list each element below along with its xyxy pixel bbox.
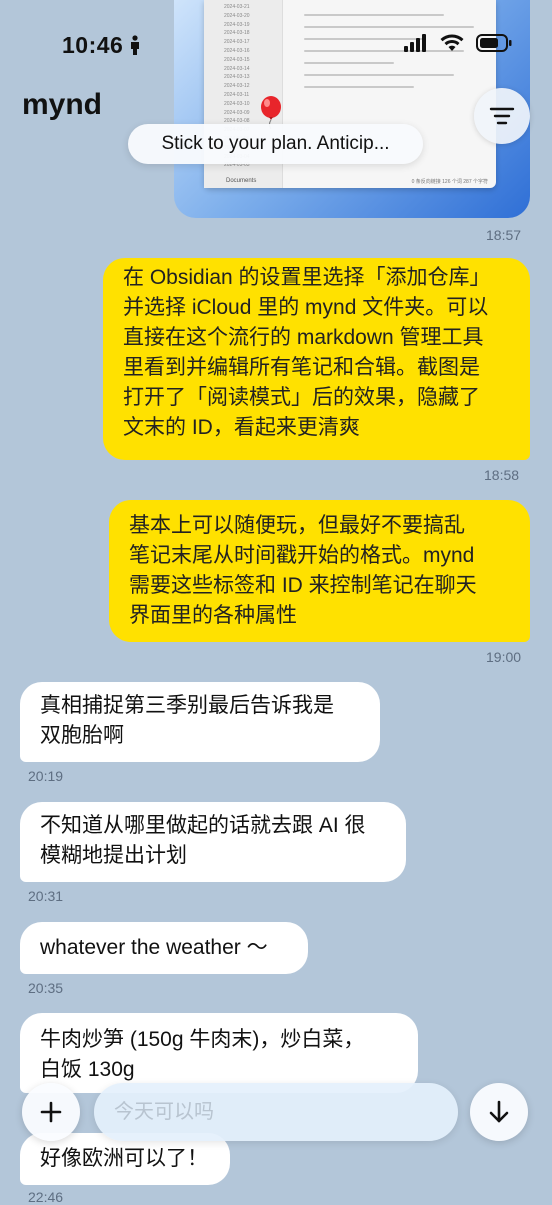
screenshot-date-item: 2024-03-21 bbox=[224, 4, 250, 10]
message-line: 基本上可以随便玩，但最好不要搞乱 bbox=[129, 514, 465, 537]
message-line: 真相捕捉第三季别最后告诉我是 bbox=[40, 694, 334, 717]
filter-lines-icon bbox=[489, 107, 515, 125]
message-line: 模糊地提出计划 bbox=[40, 844, 187, 867]
status-time: 10:46 bbox=[62, 32, 124, 58]
message-line: 好像欧洲可以了！ bbox=[40, 1147, 208, 1170]
message-bubble-other[interactable]: 真相捕捉第三季别最后告诉我是 双胞胎啊 bbox=[20, 682, 380, 762]
message-line: 文末的 ID，看起来更清爽 bbox=[123, 416, 360, 439]
message-line: whatever the weather ～ bbox=[40, 936, 268, 959]
add-button[interactable] bbox=[22, 1083, 80, 1141]
message-line: 白饭 130g bbox=[40, 1058, 135, 1081]
status-icons bbox=[404, 34, 512, 52]
message-line: 打开了「阅读模式」后的效果，隐藏了 bbox=[123, 386, 480, 409]
wifi-icon bbox=[440, 34, 464, 51]
message-time: 18:58 bbox=[484, 467, 520, 483]
message-line: 直接在这个流行的 markdown 管理工具 bbox=[123, 326, 484, 349]
message-bubble-mine[interactable]: 基本上可以随便玩，但最好不要搞乱 笔记末尾从时间戳开始的格式。mynd 需要这些… bbox=[109, 500, 530, 642]
app-title: mynd bbox=[22, 88, 103, 121]
screenshot-date-item: 2024-03-20 bbox=[224, 12, 250, 19]
person-icon bbox=[131, 35, 139, 55]
message-line: 界面里的各种属性 bbox=[129, 604, 297, 627]
screenshot-date-item: 2024-03-09 bbox=[224, 109, 250, 116]
plus-icon bbox=[40, 1101, 62, 1123]
message-input[interactable]: 今天可以吗 bbox=[94, 1083, 458, 1141]
message-line: 笔记末尾从时间戳开始的格式。mynd bbox=[129, 544, 475, 567]
message-time: 19:00 bbox=[486, 649, 522, 665]
screenshot-date-item: 2024-03-13 bbox=[224, 74, 250, 81]
screenshot-date-item: 2024-03-10 bbox=[224, 100, 250, 107]
message-time: 20:35 bbox=[28, 980, 64, 996]
screenshot-date-item: 2024-03-15 bbox=[224, 56, 250, 63]
signal-icon bbox=[404, 34, 426, 52]
screenshot-date-item: 2024-03-17 bbox=[224, 39, 250, 46]
documents-label: Documents bbox=[226, 178, 257, 184]
message-time: 22:46 bbox=[28, 1189, 64, 1205]
message-line: 双胞胎啊 bbox=[40, 724, 124, 747]
scroll-down-button[interactable] bbox=[470, 1083, 528, 1141]
message-bubble-other[interactable]: 牛肉炒笋 (150g 牛肉末)，炒白菜， 白饭 130g bbox=[20, 1013, 418, 1093]
arrow-down-icon bbox=[489, 1100, 509, 1123]
message-time: 20:31 bbox=[28, 888, 64, 904]
message-line: 在 Obsidian 的设置里选择「添加仓库」 bbox=[123, 266, 491, 289]
message-time: 18:57 bbox=[486, 227, 522, 243]
screenshot-date-item: 2024-03-19 bbox=[224, 21, 250, 28]
screenshot-date-item: 2024-03-16 bbox=[224, 48, 250, 54]
menu-button[interactable] bbox=[474, 88, 530, 144]
screenshot-date-item: 2024-03-12 bbox=[224, 83, 250, 90]
screenshot-date-item: 2024-03-11 bbox=[224, 92, 250, 98]
message-bubble-mine[interactable]: 在 Obsidian 的设置里选择「添加仓库」 并选择 iCloud 里的 my… bbox=[103, 258, 530, 460]
message-line: 并选择 iCloud 里的 mynd 文件夹。可以 bbox=[123, 296, 489, 319]
message-line: 需要这些标签和 ID 来控制笔记在聊天 bbox=[129, 574, 477, 597]
message-bubble-other[interactable]: 不知道从哪里做起的话就去跟 AI 很 模糊地提出计划 bbox=[20, 802, 406, 882]
tip-banner[interactable]: Stick to your plan. Anticip... bbox=[128, 124, 423, 164]
message-line: 里看到并编辑所有笔记和合辑。截图是 bbox=[123, 356, 480, 379]
message-time: 20:19 bbox=[28, 768, 64, 784]
screenshot-date-item: 2024-03-18 bbox=[224, 30, 250, 37]
battery-icon bbox=[476, 34, 512, 52]
message-line: 牛肉炒笋 (150g 牛肉末)，炒白菜， bbox=[40, 1028, 365, 1051]
message-bubble-other[interactable]: whatever the weather ～ bbox=[20, 922, 308, 974]
message-line: 不知道从哪里做起的话就去跟 AI 很 bbox=[40, 814, 366, 837]
screenshot-date-item: 2024-03-14 bbox=[224, 65, 250, 72]
screenshot-footer: 0 条反向链接 126 个词 287 个字符 bbox=[411, 179, 488, 185]
